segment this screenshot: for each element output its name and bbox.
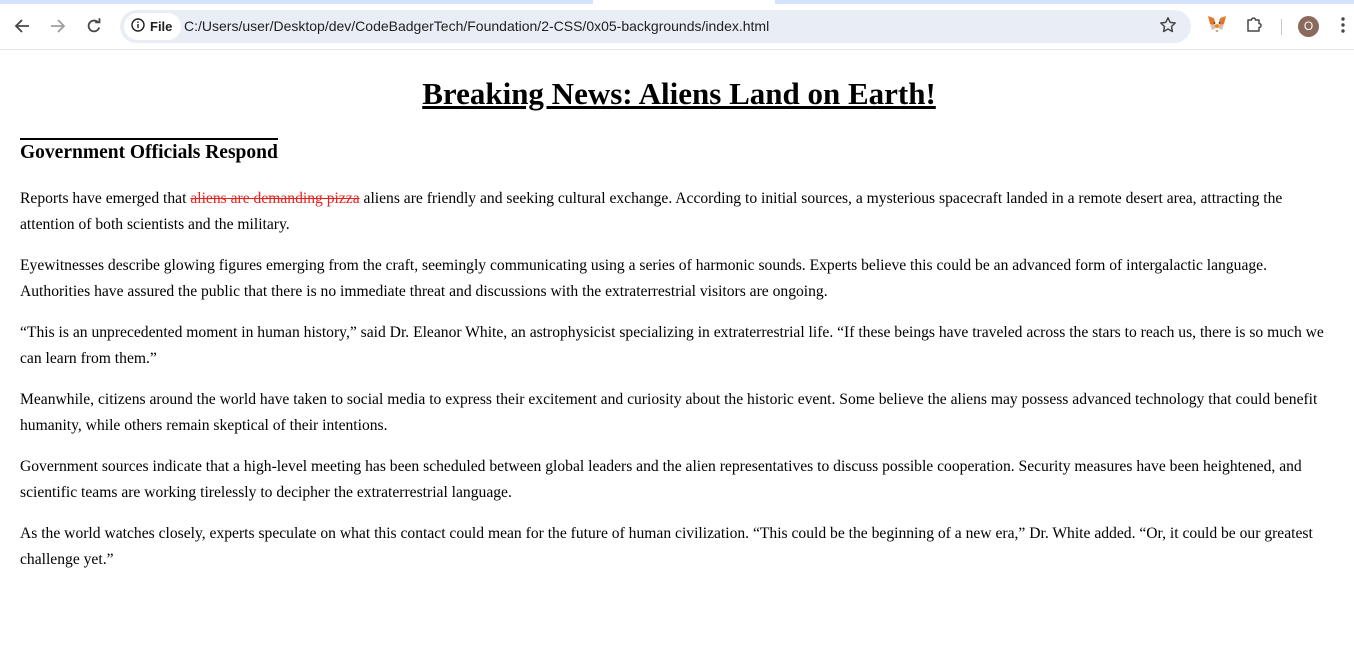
metamask-fox-icon — [1207, 15, 1227, 38]
paragraph-1-prefix: Reports have emerged that — [20, 190, 191, 207]
site-chip-label: File — [150, 19, 173, 34]
page-viewport: Breaking News: Aliens Land on Earth! Gov… — [0, 50, 1354, 652]
info-icon — [131, 18, 150, 35]
forward-button[interactable] — [43, 11, 73, 41]
url-text[interactable]: C:/Users/user/Desktop/dev/CodeBadgerTech… — [184, 10, 769, 43]
puzzle-piece-icon — [1245, 15, 1263, 38]
article-paragraph-5: Government sources indicate that a high-… — [20, 458, 1302, 501]
struck-through-text: aliens are demanding pizza — [190, 190, 360, 207]
kebab-menu-icon — [1341, 16, 1345, 38]
reload-button[interactable] — [79, 11, 109, 41]
reload-icon — [86, 18, 102, 34]
article-paragraph-2: Eyewitnesses describe glowing figures em… — [20, 257, 1267, 300]
address-bar[interactable]: File C:/Users/user/Desktop/dev/CodeBadge… — [120, 10, 1191, 43]
article-paragraph-1: Reports have emerged that aliens are dem… — [20, 186, 1338, 237]
profile-avatar[interactable]: O — [1298, 16, 1319, 37]
article: Breaking News: Aliens Land on Earth! Gov… — [20, 76, 1338, 572]
site-info-chip[interactable]: File — [124, 13, 182, 40]
star-icon — [1159, 16, 1177, 39]
toolbar-divider — [1281, 19, 1282, 35]
extensions-button[interactable] — [1241, 13, 1267, 39]
article-title: Breaking News: Aliens Land on Earth! — [422, 76, 936, 111]
metamask-extension-button[interactable] — [1204, 13, 1230, 39]
article-paragraph-4: Meanwhile, citizens around the world hav… — [20, 391, 1318, 434]
back-button[interactable] — [7, 11, 37, 41]
bookmark-button[interactable] — [1157, 16, 1179, 38]
back-arrow-icon — [14, 18, 30, 34]
browser-menu-button[interactable] — [1333, 14, 1353, 40]
article-paragraph-3: “This is an unprecedented moment in huma… — [20, 324, 1324, 367]
forward-arrow-icon — [50, 18, 66, 34]
browser-toolbar: File C:/Users/user/Desktop/dev/CodeBadge… — [0, 4, 1354, 50]
article-paragraph-6: As the world watches closely, experts sp… — [20, 525, 1313, 568]
article-subheading: Government Officials Respond — [20, 138, 278, 164]
